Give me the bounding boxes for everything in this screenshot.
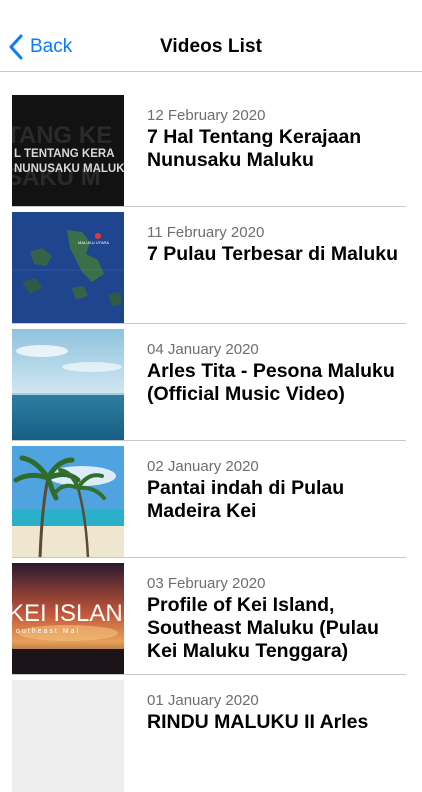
video-row[interactable]: TANG KE SAKU M L TENTANG KERA NUNUSAKU M… [0, 88, 422, 207]
video-title: Profile of Kei Island, Southeast Maluku … [147, 594, 379, 662]
thumbnail-caption: outheast Mal [16, 628, 80, 635]
video-date: 03 February 2020 [147, 575, 266, 592]
svg-text:TANG KE: TANG KE [12, 122, 112, 149]
video-date: 11 February 2020 [147, 224, 265, 241]
video-date: 02 January 2020 [147, 458, 259, 475]
thumbnail-caption: NUNUSAKU MALUK [14, 163, 124, 175]
video-thumbnail [12, 680, 124, 792]
video-thumbnail: MALUKU UTARA [12, 212, 124, 324]
video-title: 7 Pulau Terbesar di Maluku [147, 243, 399, 265]
thumbnail-caption: L TENTANG KERA [14, 148, 115, 160]
videos-list[interactable]: TANG KE SAKU M L TENTANG KERA NUNUSAKU M… [0, 88, 422, 792]
page-title: Videos List [159, 36, 263, 57]
video-date: 04 January 2020 [147, 341, 259, 358]
svg-text:MALUKU UTARA: MALUKU UTARA [78, 240, 109, 245]
video-thumbnail [12, 329, 124, 441]
video-title: 7 Hal Tentang Kerajaan Nunusaku Maluku [147, 126, 362, 171]
video-date: 01 January 2020 [147, 692, 259, 709]
video-row[interactable]: KEI ISLAN outheast Mal 03 February 2020 … [0, 556, 422, 675]
video-title: RINDU MALUKU II Arles [147, 711, 369, 733]
video-thumbnail: TANG KE SAKU M L TENTANG KERA NUNUSAKU M… [12, 95, 124, 207]
thumbnail-caption: KEI ISLAN [12, 600, 123, 627]
video-title: Pantai indah di Pulau Madeira Kei [147, 477, 345, 522]
video-title: Arles Tita - Pesona Maluku (Official Mus… [147, 360, 395, 405]
video-row[interactable]: MALUKU UTARA 11 February 2020 7 Pulau Te… [0, 205, 422, 324]
video-row[interactable]: 04 January 2020 Arles Tita - Pesona Malu… [0, 322, 422, 441]
video-thumbnail: KEI ISLAN outheast Mal [12, 563, 124, 675]
video-row[interactable]: 02 January 2020 Pantai indah di Pulau Ma… [0, 439, 422, 558]
video-row[interactable]: 01 January 2020 RINDU MALUKU II Arles [0, 673, 422, 792]
video-date: 12 February 2020 [147, 107, 266, 124]
navigation-bar: Back Videos List [0, 0, 422, 72]
video-thumbnail [12, 446, 124, 558]
